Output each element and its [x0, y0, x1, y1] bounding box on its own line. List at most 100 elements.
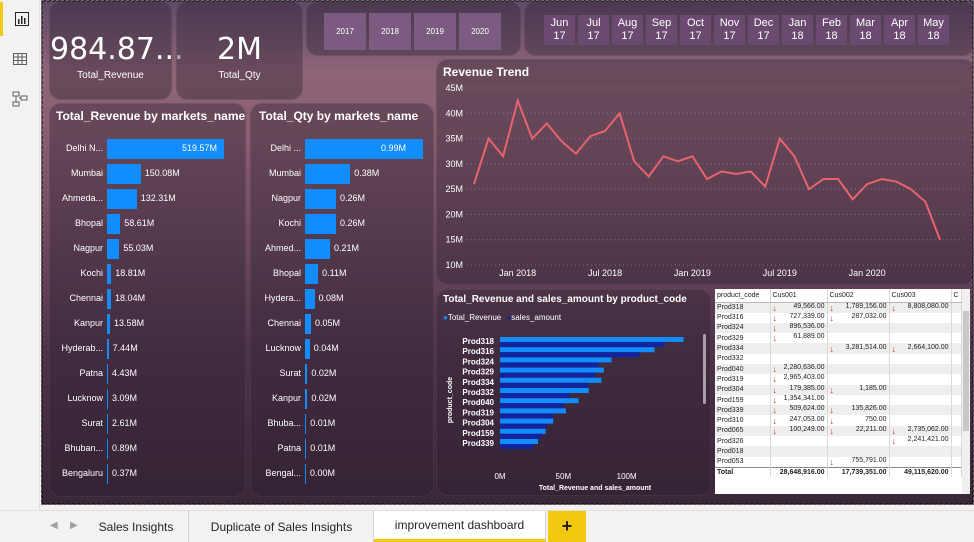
down-arrow-icon: ↓: [891, 302, 897, 313]
tab-improvement-dashboard[interactable]: improvement dashboard: [374, 511, 546, 542]
bar-row[interactable]: Patna 4.43M: [50, 364, 245, 384]
qty-by-market-chart[interactable]: Total_Qty by markets_name Delhi ... 0.99M…: [250, 103, 434, 497]
bar-mark: [305, 389, 308, 409]
bar-row[interactable]: Kanpur 13.58M: [50, 314, 245, 334]
bar-row[interactable]: Hyderab... 7.44M: [50, 339, 245, 359]
bar-row[interactable]: Delhi N... 519.57M: [50, 139, 245, 159]
month-slicer-year: 17: [655, 30, 668, 42]
bar-row[interactable]: Delhi ... 0.99M: [251, 139, 433, 159]
bar-row[interactable]: Lucknow 3.09M: [50, 389, 245, 409]
matrix-cell-value: Prod329: [717, 334, 744, 342]
bar-row[interactable]: Nagpur 55.03M: [50, 239, 245, 259]
report-canvas: 984.87... Total_Revenue 2M Total_Qty 201…: [41, 0, 974, 505]
bar-row[interactable]: Lucknow 0.04M: [251, 339, 433, 359]
model-view-icon[interactable]: [0, 82, 40, 116]
kpi-card-qty[interactable]: 2M Total_Qty: [176, 1, 303, 100]
year-slicer: 2017 2018 2019 2020: [306, 1, 521, 56]
add-page-button[interactable]: +: [548, 511, 586, 542]
bar-category-label: Chennai: [267, 318, 301, 328]
bar-row[interactable]: Mumbai 150.08M: [50, 164, 245, 184]
matrix-header-cell[interactable]: Cus003: [889, 289, 952, 303]
month-slicer-item[interactable]: Oct 17: [680, 15, 711, 45]
bar-row[interactable]: Kanpur 0.02M: [251, 389, 433, 409]
month-slicer-item[interactable]: Dec 17: [748, 15, 779, 45]
matrix-cell: [951, 425, 962, 437]
tab-next-icon[interactable]: ▶: [70, 520, 78, 531]
bar-row[interactable]: Bhuban... 0.89M: [50, 439, 245, 459]
matrix-cell: Prod339: [715, 405, 771, 416]
matrix-cell: ↓ 727,339.00: [770, 312, 828, 323]
matrix-cell: Prod304: [715, 384, 771, 395]
month-slicer-item[interactable]: Aug 17: [612, 15, 643, 45]
chart-scrollbar[interactable]: [703, 334, 706, 404]
product-chart[interactable]: Total_Revenue and sales_amount by produc…: [436, 289, 711, 496]
revenue-trend-chart[interactable]: Revenue Trend 45M 40M 35M 30M 25M 20M 15M 10M Ja…: [436, 59, 973, 285]
bar-category-label: Bhopal: [74, 218, 103, 228]
bar-row[interactable]: Hydera... 0.08M: [251, 289, 433, 309]
tab-prev-icon[interactable]: ◀: [50, 520, 58, 531]
bar-value-label: 0.08M: [318, 293, 344, 303]
customer-product-matrix[interactable]: product_code Cus001 Cus002 Cus003 C Prod318 ↓ 4…: [715, 289, 970, 494]
matrix-cell: [889, 446, 952, 457]
down-arrow-icon: ↓: [772, 384, 778, 395]
year-slicer-item[interactable]: 2017: [324, 13, 366, 50]
matrix-cell-value: 287,032.00: [851, 312, 887, 320]
revenue-by-market-chart[interactable]: Total_Revenue by markets_name Delhi N...…: [49, 103, 246, 497]
matrix-cell-value: 1,789,156.00: [845, 302, 887, 310]
bar-row[interactable]: Bengal... 0.00M: [251, 464, 433, 484]
bar-row[interactable]: Kochi 0.26M: [251, 214, 433, 234]
year-slicer-item[interactable]: 2018: [369, 13, 411, 50]
matrix-cell-value: 2,735,062.00: [907, 425, 949, 433]
bar-row[interactable]: Kochi 18.81M: [50, 264, 245, 284]
month-slicer-item[interactable]: Sep 17: [646, 15, 677, 45]
revenue-by-market-title: Total_Revenue by markets_name: [56, 109, 246, 123]
bar-row[interactable]: Bhopal 0.11M: [251, 264, 433, 284]
matrix-header-cell[interactable]: Cus001: [770, 289, 828, 303]
bar-row[interactable]: Mumbai 0.38M: [251, 164, 433, 184]
bar-row[interactable]: Bhuba... 0.01M: [251, 414, 433, 434]
matrix-header-cell[interactable]: Cus002: [827, 289, 890, 303]
matrix-cell: [951, 405, 962, 416]
matrix-cell: ↓ 509,624.00: [770, 405, 828, 416]
kpi-qty-value: 2M: [217, 32, 262, 67]
month-slicer-item[interactable]: Mar 18: [850, 15, 881, 45]
bar-row[interactable]: Ahmed... 0.21M: [251, 239, 433, 259]
y-tick-label: 25M: [445, 184, 463, 194]
matrix-row: Prod018: [715, 446, 962, 457]
month-slicer-item[interactable]: Jun 17: [544, 15, 575, 45]
tab-sales-insights[interactable]: Sales Insights: [84, 511, 189, 542]
matrix-header-cell[interactable]: C: [951, 289, 962, 303]
matrix-cell: Prod310: [715, 415, 771, 426]
bar-row[interactable]: Patna 0.01M: [251, 439, 433, 459]
revenue-bar: [500, 367, 604, 373]
matrix-cell: Prod065: [715, 425, 771, 437]
year-slicer-item[interactable]: 2019: [414, 13, 456, 50]
month-slicer-item[interactable]: May 18: [918, 15, 949, 45]
report-view-icon[interactable]: [0, 2, 40, 36]
month-slicer-item[interactable]: Feb 18: [816, 15, 847, 45]
bar-row[interactable]: Chennai 18.04M: [50, 289, 245, 309]
data-view-icon[interactable]: [0, 42, 40, 76]
bar-mark: [305, 189, 336, 209]
tab-duplicate-sales-insights[interactable]: Duplicate of Sales Insights: [190, 511, 374, 542]
month-slicer-item[interactable]: Jul 17: [578, 15, 609, 45]
bar-row[interactable]: Ahmeda... 132.31M: [50, 189, 245, 209]
month-slicer-item[interactable]: Jan 18: [782, 15, 813, 45]
month-slicer-item[interactable]: Nov 17: [714, 15, 745, 45]
down-arrow-icon: ↓: [772, 302, 778, 313]
bar-mark: [305, 364, 308, 384]
bar-row[interactable]: Surat 0.02M: [251, 364, 433, 384]
matrix-header-cell[interactable]: product_code: [715, 289, 771, 303]
bar-value-label: 0.99M: [381, 143, 407, 153]
kpi-card-revenue[interactable]: 984.87... Total_Revenue: [49, 1, 184, 100]
bar-row[interactable]: Chennai 0.05M: [251, 314, 433, 334]
bar-row[interactable]: Bhopal 58.61M: [50, 214, 245, 234]
bar-row[interactable]: Nagpur 0.26M: [251, 189, 433, 209]
month-slicer-item[interactable]: Apr 18: [884, 15, 915, 45]
bar-row[interactable]: Surat 2.61M: [50, 414, 245, 434]
matrix-scrollbar[interactable]: [962, 289, 970, 494]
month-slicer-year: 18: [859, 30, 872, 42]
year-slicer-item[interactable]: 2020: [459, 13, 501, 50]
matrix-cell: ↓ 2,735,062.00: [889, 425, 952, 437]
bar-row[interactable]: Bengaluru 0.37M: [50, 464, 245, 484]
